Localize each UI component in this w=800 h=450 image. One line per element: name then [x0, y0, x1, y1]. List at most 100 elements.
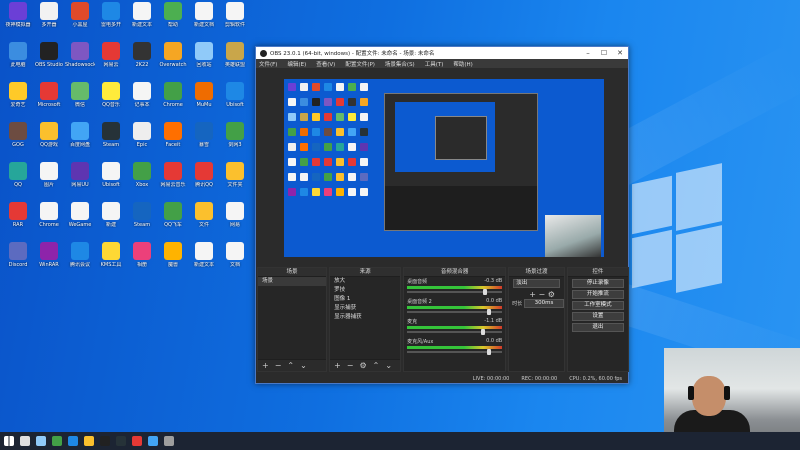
close-icon[interactable]: ✕	[612, 49, 628, 57]
menu-help[interactable]: 帮助(H)	[453, 60, 472, 68]
desktop-icon[interactable]: WinRAR	[34, 242, 64, 280]
menu-scene-collection[interactable]: 场景集合(S)	[385, 60, 415, 68]
chrome-icon[interactable]	[52, 436, 62, 446]
desktop-icon[interactable]: 夜神模拟器	[3, 2, 33, 40]
gear-icon[interactable]: ⚙	[548, 290, 555, 299]
desktop-icon[interactable]: 新建文档	[189, 2, 219, 40]
desktop-icon[interactable]: 网易UU	[65, 162, 95, 200]
desktop-icon[interactable]: Overwatch	[158, 42, 188, 80]
desktop-icon[interactable]: 魔兽	[158, 242, 188, 280]
desktop-icon[interactable]: 图片	[34, 162, 64, 200]
up-icon[interactable]: ⌃	[287, 361, 294, 370]
desktop-icon[interactable]: 新建	[96, 202, 126, 240]
desktop-icon[interactable]: 此电脑	[3, 42, 33, 80]
desktop-icon[interactable]: 多开器	[34, 2, 64, 40]
desktop-icon[interactable]: Chrome	[34, 202, 64, 240]
desktop-icon[interactable]: RAR	[3, 202, 33, 240]
exit-button[interactable]: 退出	[571, 323, 624, 332]
desktop-icon[interactable]: 相册	[127, 242, 157, 280]
desktop-icon[interactable]: Discord	[3, 242, 33, 280]
desktop-icon[interactable]: 剪辑软件	[220, 2, 250, 40]
desktop-icon[interactable]: 雷电多开	[96, 2, 126, 40]
desktop-icon[interactable]: 文件	[189, 202, 219, 240]
desktop-icon[interactable]: 小黑屋	[65, 2, 95, 40]
obs-icon[interactable]	[100, 436, 110, 446]
desktop-icon[interactable]: 爱奇艺	[3, 82, 33, 120]
desktop-icon[interactable]: Chrome	[158, 82, 188, 120]
search-icon[interactable]	[20, 436, 30, 446]
desktop-icon[interactable]: 记事本	[127, 82, 157, 120]
remove-icon[interactable]: −	[538, 290, 545, 299]
add-icon[interactable]: +	[262, 361, 269, 370]
studio-mode-button[interactable]: 工作室模式	[571, 301, 624, 310]
down-icon[interactable]: ⌄	[385, 361, 392, 370]
explorer-icon[interactable]	[84, 436, 94, 446]
source-item[interactable]: 显示器捕获	[330, 313, 400, 322]
desktop-icon[interactable]: 百度网盘	[65, 122, 95, 160]
duration-input[interactable]: 300ms	[524, 299, 564, 308]
desktop-icon[interactable]: QQ飞车	[158, 202, 188, 240]
desktop-icon[interactable]: 腾讯QQ	[189, 162, 219, 200]
add-icon[interactable]: +	[529, 290, 536, 299]
edge-icon[interactable]	[68, 436, 78, 446]
desktop-icon[interactable]: 新建文本	[127, 2, 157, 40]
desktop-icon[interactable]: MuMu	[189, 82, 219, 120]
menu-edit[interactable]: 编辑(E)	[287, 60, 306, 68]
remove-icon[interactable]: −	[275, 361, 282, 370]
desktop-icon[interactable]: Ubisoft	[96, 162, 126, 200]
desktop-icon[interactable]: 新建文本	[189, 242, 219, 280]
volume-slider[interactable]	[407, 289, 503, 295]
desktop-icon[interactable]: OBS Studio	[34, 42, 64, 80]
desktop-icon[interactable]: WeGame	[65, 202, 95, 240]
up-icon[interactable]: ⌃	[373, 361, 380, 370]
source-item[interactable]: 显示捕获	[330, 304, 400, 313]
steam-icon[interactable]	[116, 436, 126, 446]
start-streaming-button[interactable]: 开始推流	[571, 290, 624, 299]
desktop-icon[interactable]: KMS工具	[96, 242, 126, 280]
desktop-icon[interactable]: Xbox	[127, 162, 157, 200]
desktop-icon[interactable]: 帮助	[158, 2, 188, 40]
app1-icon[interactable]	[132, 436, 142, 446]
desktop-icon[interactable]: 微信	[65, 82, 95, 120]
source-item[interactable]: 罗技	[330, 286, 400, 295]
desktop-icon[interactable]: Ubisoft	[220, 82, 250, 120]
desktop-icon[interactable]: Steam	[127, 202, 157, 240]
desktop-icon[interactable]: 文件夹	[220, 162, 250, 200]
settings-button[interactable]: 设置	[571, 312, 624, 321]
volume-slider[interactable]	[407, 329, 503, 335]
desktop-icon[interactable]: 英雄联盟	[220, 42, 250, 80]
desktop-icon[interactable]: QQ	[3, 162, 33, 200]
stop-recording-button[interactable]: 停止录像	[571, 279, 624, 288]
app3-icon[interactable]	[164, 436, 174, 446]
desktop-icon[interactable]: 2K22	[127, 42, 157, 80]
menu-tools[interactable]: 工具(T)	[425, 60, 444, 68]
app2-icon[interactable]	[148, 436, 158, 446]
desktop-icon[interactable]: Faceit	[158, 122, 188, 160]
volume-slider[interactable]	[407, 349, 503, 355]
desktop-icon[interactable]: Epic	[127, 122, 157, 160]
gear-icon[interactable]: ⚙	[359, 361, 366, 370]
desktop-icon[interactable]: Shadowsocks	[65, 42, 95, 80]
desktop-icon[interactable]: 网易云音乐	[158, 162, 188, 200]
desktop-icon[interactable]: 暴雪	[189, 122, 219, 160]
menu-file[interactable]: 文件(F)	[259, 60, 277, 68]
volume-slider[interactable]	[407, 309, 503, 315]
desktop-icon[interactable]: Steam	[96, 122, 126, 160]
desktop-icon[interactable]: 腾讯会议	[65, 242, 95, 280]
scene-item[interactable]: 场景	[258, 277, 327, 286]
desktop-icon[interactable]: QQ游戏	[34, 122, 64, 160]
transition-select[interactable]: 淡出	[513, 279, 560, 288]
obs-title-bar[interactable]: OBS 23.0.1 (64-bit, windows) - 配置文件: 未命名…	[256, 47, 628, 59]
desktop-icon[interactable]: 剑网3	[220, 122, 250, 160]
desktop-icon[interactable]: GOG	[3, 122, 33, 160]
menu-view[interactable]: 查看(V)	[316, 60, 335, 68]
task-view-icon[interactable]	[36, 436, 46, 446]
start-icon[interactable]	[4, 436, 14, 446]
desktop-icon[interactable]: 文档	[220, 242, 250, 280]
source-item[interactable]: 放大	[330, 277, 400, 286]
add-icon[interactable]: +	[334, 361, 341, 370]
desktop-icon[interactable]: 回收站	[189, 42, 219, 80]
down-icon[interactable]: ⌄	[300, 361, 307, 370]
desktop-icon[interactable]: Microsoft	[34, 82, 64, 120]
desktop-icon[interactable]: QQ音乐	[96, 82, 126, 120]
